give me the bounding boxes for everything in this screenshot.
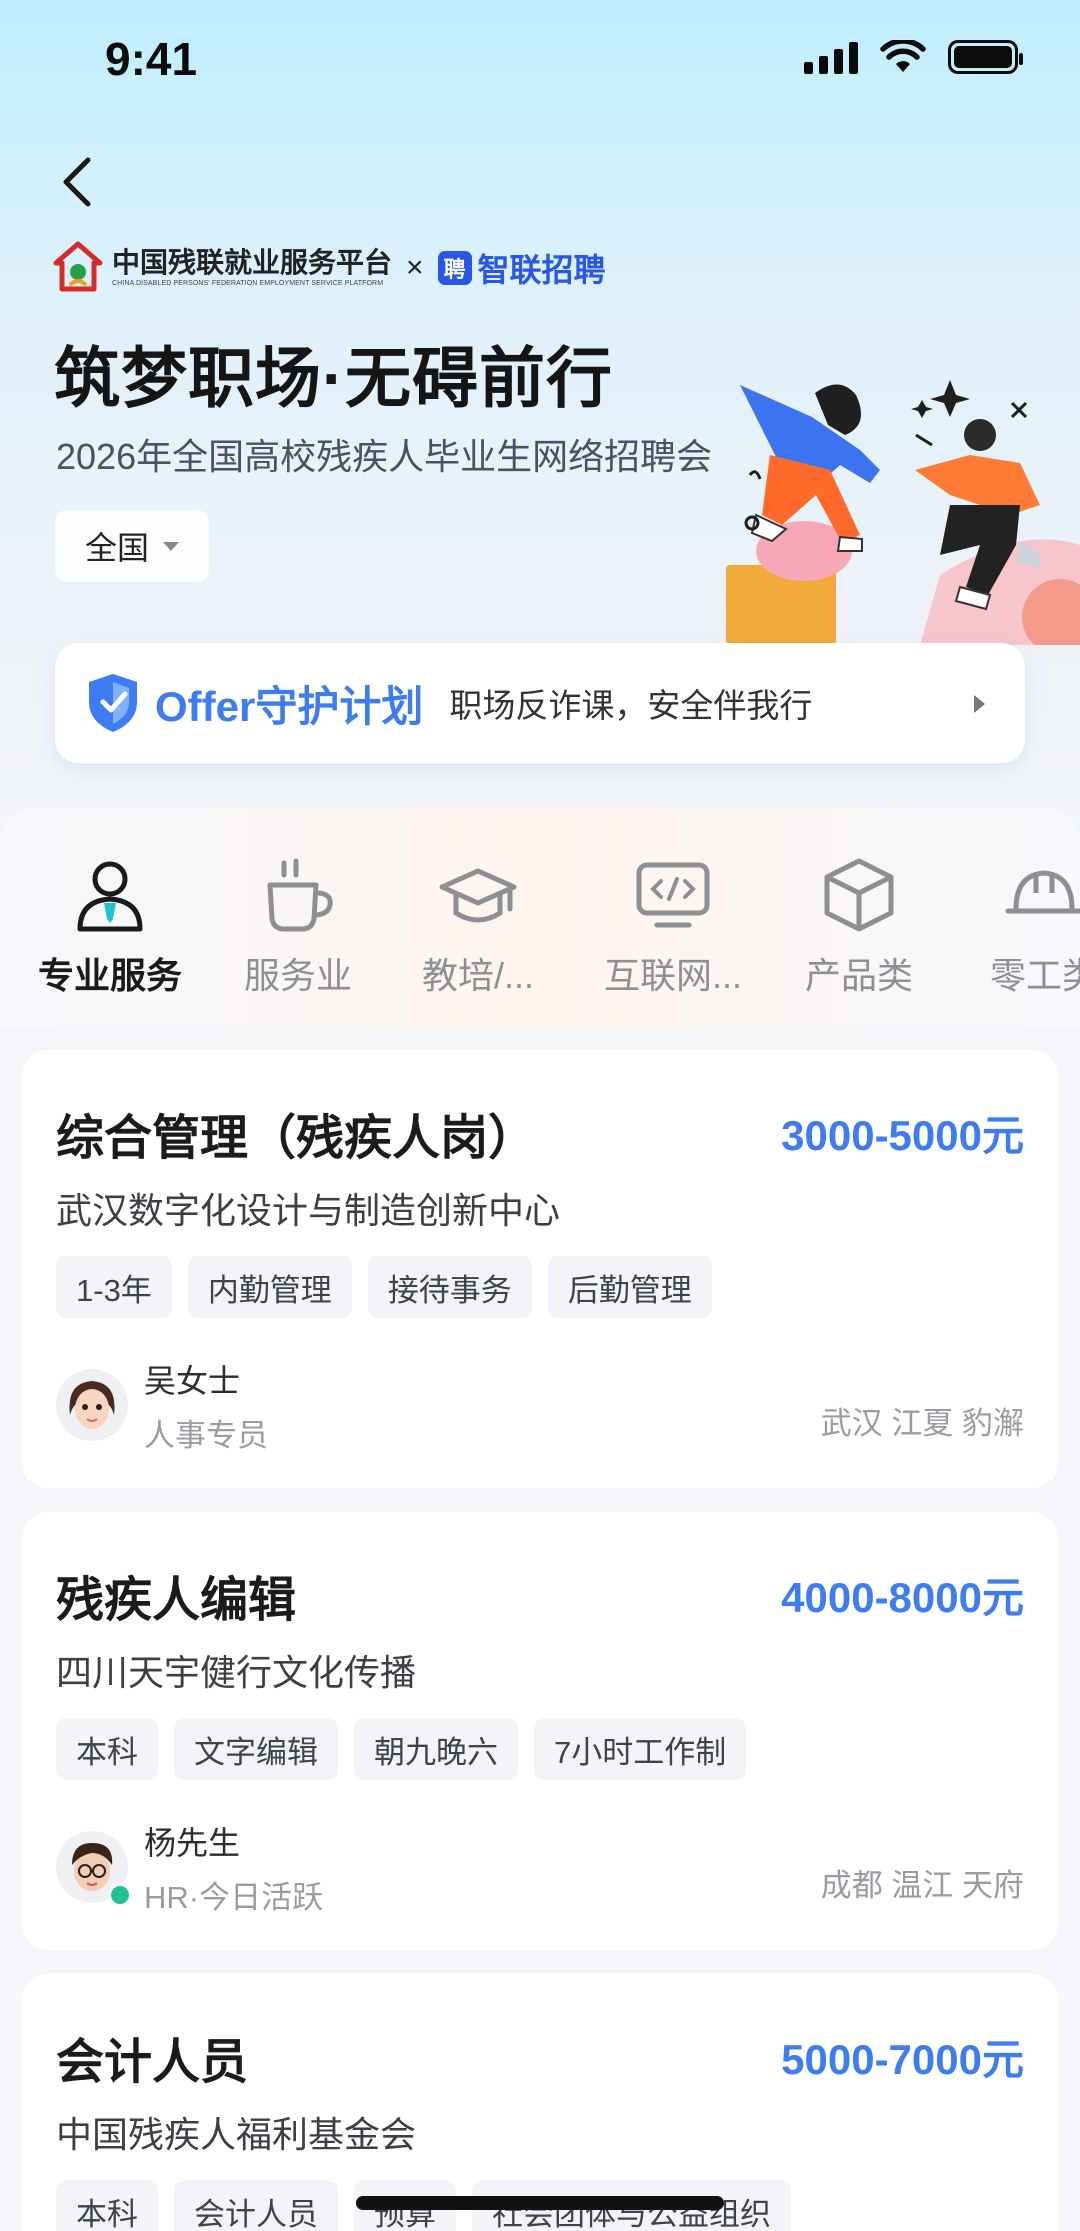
avatar — [56, 1831, 132, 1907]
coffee-cup-icon — [256, 853, 340, 937]
job-card[interactable]: 综合管理（残疾人岗） 3000-5000元 武汉数字化设计与制造创新中心 1-3… — [22, 1050, 1058, 1488]
play-arrow-icon — [974, 695, 985, 713]
job-title: 会计人员 — [56, 2036, 249, 2089]
shield-icon — [89, 674, 137, 732]
tag-list: 1-3年 内勤管理 接待事务 后勤管理 — [56, 1256, 712, 1318]
recruiter-name: 杨先生 — [144, 1824, 241, 1861]
tab-label: 互联网... — [604, 955, 743, 996]
tab-service-industry[interactable]: 服务业 — [244, 853, 352, 999]
region-dropdown[interactable]: 全国 — [55, 510, 209, 582]
page-subtitle: 2026年全国高校残疾人毕业生网络招聘会 — [56, 436, 713, 477]
tab-label: 教培/... — [422, 955, 535, 996]
job-tag: 内勤管理 — [187, 1256, 352, 1318]
hero-illustration — [726, 380, 1080, 645]
company-name: 武汉数字化设计与制造创新中心 — [56, 1190, 561, 1231]
recruiter-role: HR·今日活跃 — [144, 1879, 324, 1915]
company-name: 四川天宇健行文化传播 — [56, 1652, 417, 1693]
job-tag: 后勤管理 — [547, 1256, 712, 1318]
tab-label: 零工类 — [990, 955, 1080, 996]
partner-logos: 中国残联就业服务平台 CHINA DISABLED PERSONS' FEDER… — [52, 238, 606, 298]
recruiter-info: 吴女士 人事专员 — [56, 1350, 268, 1460]
status-time: 9:41 — [105, 33, 198, 85]
job-location: 成都 温江 天府 — [820, 1868, 1024, 1903]
home-indicator[interactable] — [356, 2196, 724, 2210]
tab-education-training[interactable]: 教培/... — [422, 853, 534, 999]
tab-professional-services[interactable]: 专业服务 — [38, 853, 182, 999]
offer-description: 职场反诈课，安全伴我行 — [449, 687, 813, 724]
hard-hat-icon — [1002, 853, 1080, 937]
job-tag: 会计人员 — [174, 2180, 338, 2231]
tab-label: 专业服务 — [38, 955, 183, 996]
job-tag: 朝九晚六 — [354, 1718, 518, 1780]
back-button[interactable] — [52, 150, 102, 214]
job-tag: 本科 — [56, 1718, 158, 1780]
tab-label: 产品类 — [805, 955, 914, 996]
job-tag: 本科 — [56, 2180, 158, 2231]
cdpf-english-name: CHINA DISABLED PERSONS' FEDERATION EMPLO… — [112, 280, 384, 287]
job-card[interactable]: 残疾人编辑 4000-8000元 四川天宇健行文化传播 本科 文字编辑 朝九晚六… — [22, 1512, 1058, 1950]
tab-gig-work[interactable]: 零工类 — [990, 853, 1080, 999]
box-icon — [817, 853, 901, 937]
job-tag: 7小时工作制 — [534, 1718, 747, 1780]
tab-internet[interactable]: 互联网... — [604, 853, 742, 999]
job-salary: 4000-8000元 — [781, 1574, 1024, 1621]
cdpf-logo: 中国残联就业服务平台 CHINA DISABLED PERSONS' FEDER… — [52, 241, 392, 295]
job-location: 武汉 江夏 豹澥 — [820, 1406, 1024, 1441]
battery-icon — [948, 40, 1023, 74]
tab-label: 服务业 — [244, 955, 353, 996]
status-bar: 9:41 — [0, 0, 1080, 120]
offer-protection-banner[interactable]: Offer守护计划 职场反诈课，安全伴我行 — [55, 643, 1025, 763]
recruiter-info: 杨先生 HR·今日活跃 — [56, 1812, 323, 1922]
status-icons — [804, 40, 1023, 74]
offer-title: Offer守护计划 — [155, 682, 424, 730]
user-tie-icon — [68, 853, 152, 937]
cdpf-emblem-icon — [53, 241, 103, 292]
page-title: 筑梦职场·无碍前行 — [54, 341, 613, 415]
tag-list: 本科 文字编辑 朝九晚六 7小时工作制 — [56, 1718, 747, 1780]
region-label: 全国 — [84, 530, 149, 566]
cross-separator: × — [406, 251, 424, 284]
job-tag: 文字编辑 — [174, 1718, 338, 1780]
zhilian-name: 智联招聘 — [477, 252, 606, 288]
job-tag: 接待事务 — [367, 1256, 532, 1318]
job-title: 残疾人编辑 — [56, 1574, 297, 1627]
tab-product[interactable]: 产品类 — [805, 853, 913, 999]
cellular-signal-icon — [804, 40, 858, 74]
job-salary: 3000-5000元 — [781, 1112, 1024, 1159]
category-tabs: 专业服务 服务业 教培/... 互联网... 产品类 零工 — [0, 808, 1080, 1028]
graduation-cap-icon — [436, 853, 520, 937]
caret-down-icon — [163, 541, 179, 551]
job-title: 综合管理（残疾人岗） — [56, 1112, 537, 1165]
job-tag: 1-3年 — [56, 1256, 172, 1318]
wifi-icon — [880, 40, 926, 72]
job-salary: 5000-7000元 — [781, 2036, 1024, 2083]
zhilian-mark: 聘 — [437, 251, 472, 285]
zhilian-logo: 聘 智联招聘 — [437, 245, 606, 291]
job-card[interactable]: 会计人员 5000-7000元 中国残疾人福利基金会 本科 会计人员 预算 社会… — [22, 1974, 1058, 2231]
chevron-left-icon — [63, 157, 91, 207]
avatar — [56, 1369, 128, 1441]
company-name: 中国残疾人福利基金会 — [56, 2114, 417, 2155]
cdpf-name: 中国残联就业服务平台 — [112, 247, 393, 278]
recruiter-role: 人事专员 — [144, 1417, 268, 1453]
online-status-dot — [108, 1883, 132, 1907]
code-monitor-icon — [631, 853, 715, 937]
recruiter-name: 吴女士 — [144, 1362, 241, 1399]
